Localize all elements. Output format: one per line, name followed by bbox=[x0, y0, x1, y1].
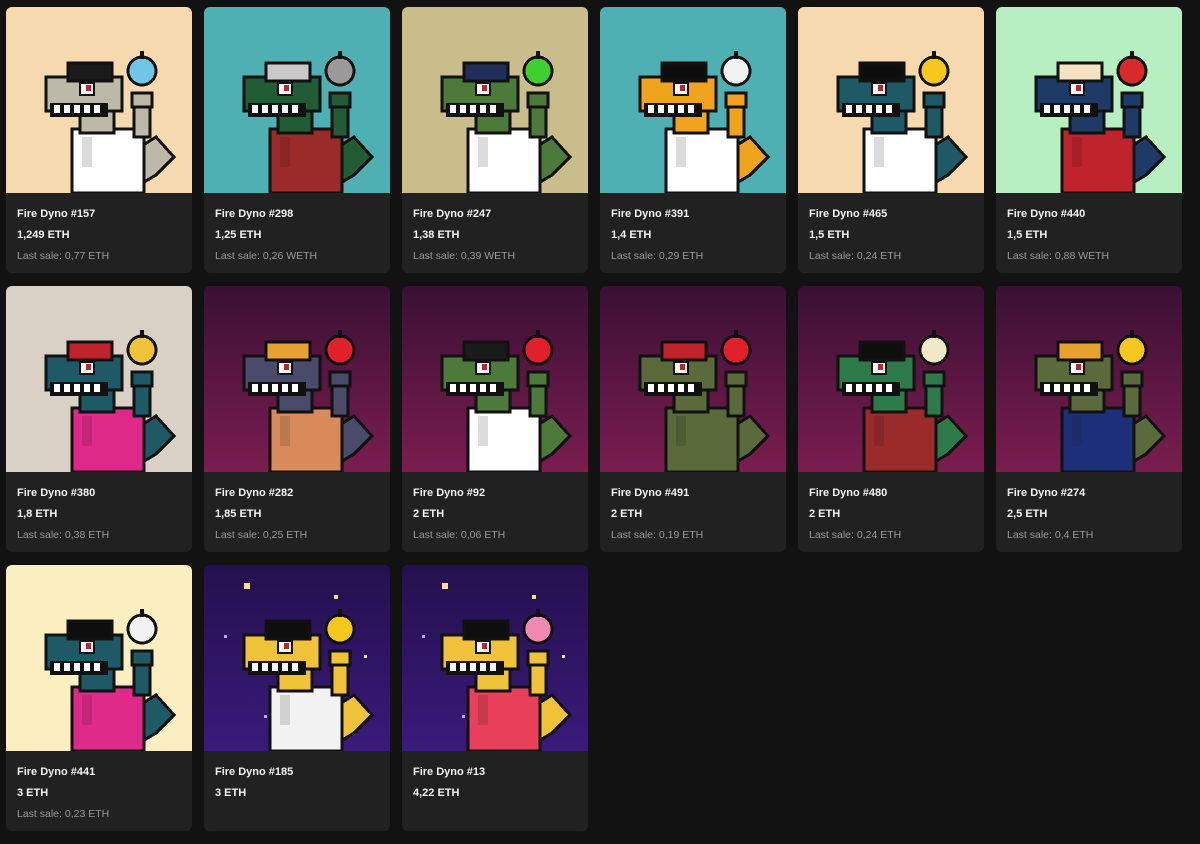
nft-price: 1,4 ETH bbox=[611, 229, 652, 241]
nft-last-sale: Last sale: 0,24 ETH bbox=[809, 529, 902, 541]
nft-image[interactable] bbox=[6, 565, 192, 751]
nft-name[interactable]: Fire Dyno #491 bbox=[611, 486, 775, 500]
nft-card[interactable]: Fire Dyno #491 2 ETH Last sale: 0,19 ETH bbox=[600, 286, 786, 552]
nft-image[interactable] bbox=[204, 286, 390, 472]
nft-last-sale: Last sale: 0,24 ETH bbox=[809, 250, 902, 262]
nft-meta: Fire Dyno #157 1,249 ETH Last sale: 0,77 E… bbox=[6, 193, 192, 263]
nft-card[interactable]: Fire Dyno #92 2 ETH Last sale: 0,06 ETH bbox=[402, 286, 588, 552]
nft-image[interactable] bbox=[798, 7, 984, 193]
nft-last-sale: Last sale: 0,19 ETH bbox=[611, 529, 704, 541]
nft-last-sale: Last sale: 0,26 WETH bbox=[215, 250, 318, 262]
nft-card[interactable]: Fire Dyno #391 1,4 ETH Last sale: 0,29 ETH bbox=[600, 7, 786, 273]
nft-card[interactable]: Fire Dyno #465 1,5 ETH Last sale: 0,24 ETH bbox=[798, 7, 984, 273]
nft-image[interactable] bbox=[402, 7, 588, 193]
nft-meta: Fire Dyno #282 1,85 ETH Last sale: 0,25 ET… bbox=[204, 472, 390, 542]
nft-last-sale bbox=[215, 807, 379, 821]
nft-last-sale: Last sale: 0,38 ETH bbox=[17, 529, 110, 541]
nft-price: 3 ETH bbox=[215, 787, 247, 799]
nft-name[interactable]: Fire Dyno #13 bbox=[413, 765, 577, 779]
nft-price: 1,38 ETH bbox=[413, 229, 460, 241]
nft-last-sale: Last sale: 0,25 ETH bbox=[215, 529, 308, 541]
nft-meta: Fire Dyno #298 1,25 ETH Last sale: 0,26 WE… bbox=[204, 193, 390, 263]
nft-price: 2 ETH bbox=[611, 508, 643, 520]
nft-name[interactable]: Fire Dyno #441 bbox=[17, 765, 181, 779]
nft-card[interactable]: Fire Dyno #380 1,8 ETH Last sale: 0,38 ETH bbox=[6, 286, 192, 552]
nft-meta: Fire Dyno #13 4,22 ETH bbox=[402, 751, 588, 821]
nft-name[interactable]: Fire Dyno #282 bbox=[215, 486, 379, 500]
nft-last-sale: Last sale: 0,77 ETH bbox=[17, 250, 110, 262]
nft-meta: Fire Dyno #380 1,8 ETH Last sale: 0,38 ETH bbox=[6, 472, 192, 542]
nft-name[interactable]: Fire Dyno #157 bbox=[17, 207, 181, 221]
nft-card[interactable]: Fire Dyno #157 1,249 ETH Last sale: 0,77 E… bbox=[6, 7, 192, 273]
nft-price: 1,249 ETH bbox=[17, 229, 70, 241]
nft-name[interactable]: Fire Dyno #185 bbox=[215, 765, 379, 779]
nft-name[interactable]: Fire Dyno #465 bbox=[809, 207, 973, 221]
nft-meta: Fire Dyno #440 1,5 ETH Last sale: 0,88 WET… bbox=[996, 193, 1182, 263]
nft-price: 1,5 ETH bbox=[1007, 229, 1048, 241]
nft-name[interactable]: Fire Dyno #480 bbox=[809, 486, 973, 500]
nft-price: 3 ETH bbox=[17, 787, 49, 799]
nft-price: 1,8 ETH bbox=[17, 508, 58, 520]
nft-last-sale: Last sale: 0,23 ETH bbox=[17, 808, 110, 820]
nft-image[interactable] bbox=[402, 565, 588, 751]
nft-name[interactable]: Fire Dyno #247 bbox=[413, 207, 577, 221]
nft-card[interactable]: Fire Dyno #440 1,5 ETH Last sale: 0,88 WET… bbox=[996, 7, 1182, 273]
nft-card[interactable]: Fire Dyno #480 2 ETH Last sale: 0,24 ETH bbox=[798, 286, 984, 552]
nft-price: 1,5 ETH bbox=[809, 229, 850, 241]
nft-last-sale: Last sale: 0,06 ETH bbox=[413, 529, 506, 541]
nft-meta: Fire Dyno #185 3 ETH bbox=[204, 751, 390, 821]
nft-price: 4,22 ETH bbox=[413, 787, 460, 799]
nft-meta: Fire Dyno #274 2,5 ETH Last sale: 0,4 ETH bbox=[996, 472, 1182, 542]
nft-last-sale: Last sale: 0,29 ETH bbox=[611, 250, 704, 262]
nft-name[interactable]: Fire Dyno #298 bbox=[215, 207, 379, 221]
nft-last-sale: Last sale: 0,88 WETH bbox=[1007, 250, 1110, 262]
nft-image[interactable] bbox=[204, 7, 390, 193]
nft-card[interactable]: Fire Dyno #298 1,25 ETH Last sale: 0,26 WE… bbox=[204, 7, 390, 273]
nft-meta: Fire Dyno #465 1,5 ETH Last sale: 0,24 ETH bbox=[798, 193, 984, 263]
nft-price: 2 ETH bbox=[413, 508, 445, 520]
nft-price: 2 ETH bbox=[809, 508, 841, 520]
nft-card[interactable]: Fire Dyno #185 3 ETH bbox=[204, 565, 390, 831]
nft-image[interactable] bbox=[402, 286, 588, 472]
nft-name[interactable]: Fire Dyno #92 bbox=[413, 486, 577, 500]
nft-image[interactable] bbox=[6, 286, 192, 472]
nft-price: 1,25 ETH bbox=[215, 229, 262, 241]
nft-image[interactable] bbox=[600, 286, 786, 472]
nft-image[interactable] bbox=[996, 286, 1182, 472]
nft-name[interactable]: Fire Dyno #380 bbox=[17, 486, 181, 500]
nft-image[interactable] bbox=[6, 7, 192, 193]
nft-grid: Fire Dyno #157 1,249 ETH Last sale: 0,77 E… bbox=[6, 7, 1182, 831]
nft-image[interactable] bbox=[204, 565, 390, 751]
nft-image[interactable] bbox=[798, 286, 984, 472]
nft-card[interactable]: Fire Dyno #247 1,38 ETH Last sale: 0,39 WE… bbox=[402, 7, 588, 273]
nft-card[interactable]: Fire Dyno #441 3 ETH Last sale: 0,23 ETH bbox=[6, 565, 192, 831]
nft-meta: Fire Dyno #441 3 ETH Last sale: 0,23 ETH bbox=[6, 751, 192, 821]
nft-meta: Fire Dyno #92 2 ETH Last sale: 0,06 ETH bbox=[402, 472, 588, 542]
nft-image[interactable] bbox=[996, 7, 1182, 193]
nft-name[interactable]: Fire Dyno #440 bbox=[1007, 207, 1171, 221]
nft-last-sale: Last sale: 0,4 ETH bbox=[1007, 529, 1094, 541]
nft-name[interactable]: Fire Dyno #274 bbox=[1007, 486, 1171, 500]
nft-last-sale bbox=[413, 807, 577, 821]
nft-price: 1,85 ETH bbox=[215, 508, 262, 520]
nft-price: 2,5 ETH bbox=[1007, 508, 1048, 520]
nft-name[interactable]: Fire Dyno #391 bbox=[611, 207, 775, 221]
nft-card[interactable]: Fire Dyno #282 1,85 ETH Last sale: 0,25 ET… bbox=[204, 286, 390, 552]
nft-image[interactable] bbox=[600, 7, 786, 193]
nft-meta: Fire Dyno #491 2 ETH Last sale: 0,19 ETH bbox=[600, 472, 786, 542]
nft-meta: Fire Dyno #247 1,38 ETH Last sale: 0,39 WE… bbox=[402, 193, 588, 263]
nft-card[interactable]: Fire Dyno #274 2,5 ETH Last sale: 0,4 ETH bbox=[996, 286, 1182, 552]
nft-last-sale: Last sale: 0,39 WETH bbox=[413, 250, 516, 262]
nft-meta: Fire Dyno #480 2 ETH Last sale: 0,24 ETH bbox=[798, 472, 984, 542]
nft-meta: Fire Dyno #391 1,4 ETH Last sale: 0,29 ETH bbox=[600, 193, 786, 263]
nft-card[interactable]: Fire Dyno #13 4,22 ETH bbox=[402, 565, 588, 831]
